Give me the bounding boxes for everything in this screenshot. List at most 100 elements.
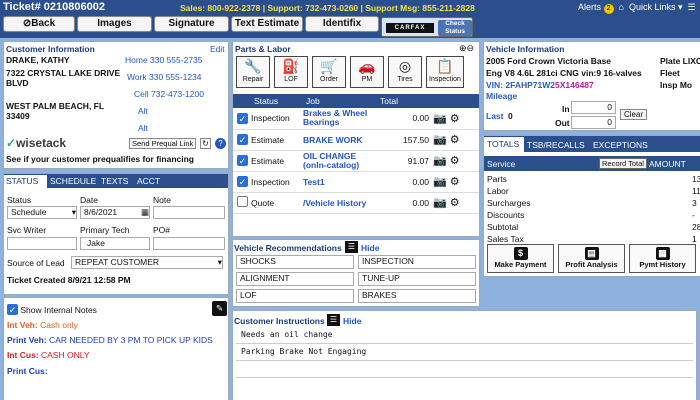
rec-item[interactable]: LOF <box>236 289 354 303</box>
customer-alt1[interactable]: Alt <box>138 106 148 116</box>
camera-icon[interactable]: 📷 <box>433 197 447 209</box>
job-link[interactable]: /Vehicle History <box>303 192 377 214</box>
mileage-out-input[interactable]: 0 <box>571 116 616 129</box>
svc-writer-input[interactable] <box>7 237 77 250</box>
tab-totals[interactable]: TOTALS <box>484 137 524 152</box>
mileage-in-input[interactable]: 0 <box>571 101 616 114</box>
zoom-icons[interactable]: ⊕⊖ <box>459 43 474 54</box>
rec-item[interactable]: ALIGNMENT <box>236 272 354 286</box>
job-link[interactable]: Test1 <box>303 171 377 193</box>
payment-history-button[interactable]: ▦ Pymt History <box>629 244 696 273</box>
tab-exceptions[interactable]: EXCEPTIONS <box>593 140 648 150</box>
check-status-button[interactable]: Check Status <box>438 20 472 36</box>
primary-tech-input[interactable]: Jake <box>80 237 150 250</box>
order-button[interactable]: 🛒 Order <box>312 56 346 88</box>
vehicle-vin[interactable]: VIN: 2FAHP71W25X146487 <box>486 80 594 90</box>
table-row[interactable]: Quote /Vehicle History 0.00 📷 ⚙ <box>233 192 479 214</box>
alerts[interactable]: Alerts 2 ⌂ Quick Links ▾ ☰ <box>578 2 696 14</box>
gear-icon[interactable]: ⚙ <box>450 134 460 146</box>
instruction-line[interactable]: Needs an oil change <box>236 327 693 344</box>
wisetack-check-icon: ✓ <box>6 136 17 150</box>
tab-schedule[interactable]: SCHEDULE <box>50 176 96 186</box>
customer-home-phone[interactable]: Home 330 555-2735 <box>125 55 203 65</box>
show-internal-notes[interactable]: ✓ Show Internal Notes <box>7 304 97 315</box>
inspection-button[interactable]: 📋 Inspection <box>426 56 464 88</box>
profit-analysis-button[interactable]: ▤ Profit Analysis <box>558 244 625 273</box>
list-icon[interactable]: ☰ <box>327 314 340 326</box>
table-row[interactable]: ✓ Estimate OIL CHANGE (onln-catalog) 91.… <box>233 150 479 172</box>
calendar-icon[interactable]: ▦ <box>141 207 149 218</box>
instruction-line[interactable] <box>236 361 693 378</box>
job-checkbox[interactable]: ✓ <box>237 155 248 166</box>
rec-item[interactable]: TUNE-UP <box>358 272 476 286</box>
alerts-label[interactable]: Alerts <box>578 2 601 12</box>
repair-button[interactable]: 🔧 Repair <box>236 56 270 88</box>
show-internal-checkbox[interactable]: ✓ <box>7 304 18 315</box>
record-total-button[interactable]: Record Total <box>599 158 647 169</box>
menu-icon[interactable]: ☰ <box>688 2 696 12</box>
job-checkbox[interactable]: ✓ <box>237 134 248 145</box>
text-estimate-tab[interactable]: Text Estimate <box>231 16 303 32</box>
tires-button[interactable]: ◎ Tires <box>388 56 422 88</box>
note-label: Note <box>153 195 171 205</box>
edit-pencil-icon[interactable]: ✎ <box>212 301 227 316</box>
gear-icon[interactable]: ⚙ <box>450 113 460 125</box>
gear-icon[interactable]: ⚙ <box>450 176 460 188</box>
list-icon[interactable]: ☰ <box>345 241 358 253</box>
help-icon[interactable]: ? <box>215 138 226 149</box>
tab-acct[interactable]: ACCT <box>137 176 160 186</box>
customer-work-phone[interactable]: Work 330 555-1234 <box>127 72 202 82</box>
gear-icon[interactable]: ⚙ <box>450 197 460 209</box>
date-input[interactable]: 8/6/2021 ▦ <box>80 206 150 219</box>
home-icon[interactable]: ⌂ <box>619 2 624 12</box>
customer-edit-link[interactable]: Edit <box>210 44 225 54</box>
lof-button[interactable]: ⛽ LOF <box>274 56 308 88</box>
carfax-button[interactable]: CARFAX Check Status <box>381 17 473 37</box>
int-veh-note: Int Veh: Cash only <box>7 320 78 330</box>
table-row[interactable]: ✓ Inspection Test1 0.00 📷 ⚙ <box>233 171 479 193</box>
customer-alt2[interactable]: Alt <box>138 123 148 133</box>
quick-links[interactable]: Quick Links ▾ <box>629 2 683 12</box>
note-input[interactable] <box>153 206 225 219</box>
instructions-hide-link[interactable]: Hide <box>343 316 361 326</box>
job-link[interactable]: OIL CHANGE (onln-catalog) <box>303 150 377 172</box>
table-row[interactable]: ✓ Estimate BRAKE WORK 157.50 📷 ⚙ <box>233 129 479 151</box>
camera-icon[interactable]: 📷 <box>433 155 447 167</box>
tab-status[interactable]: STATUS <box>4 175 47 188</box>
job-checkbox[interactable] <box>237 196 248 207</box>
alerts-count-badge[interactable]: 2 <box>603 4 614 14</box>
notes-panel: ✓ Show Internal Notes ✎ Int Veh: Cash on… <box>3 297 229 400</box>
tab-texts[interactable]: TEXTS <box>101 176 128 186</box>
make-payment-button[interactable]: $ Make Payment <box>487 244 554 273</box>
zoom-out-icon[interactable]: ⊖ <box>467 43 475 53</box>
job-checkbox[interactable]: ✓ <box>237 176 248 187</box>
camera-icon[interactable]: 📷 <box>433 176 447 188</box>
instruction-line[interactable]: Parking Brake Not Engaging <box>236 344 693 361</box>
customer-cell-phone[interactable]: Cell 732-473-1200 <box>134 89 204 99</box>
camera-icon[interactable]: 📷 <box>433 113 447 125</box>
camera-icon[interactable]: 📷 <box>433 134 447 146</box>
job-link[interactable]: BRAKE WORK <box>303 129 377 151</box>
tab-tsb-recalls[interactable]: TSB/RECALLS <box>527 140 585 150</box>
zoom-in-icon[interactable]: ⊕ <box>459 43 467 53</box>
vehicle-plate: Plate LIXC <box>660 56 700 66</box>
rec-item[interactable]: BRAKES <box>358 289 476 303</box>
identifix-tab[interactable]: Identifix <box>305 16 379 32</box>
rec-item[interactable]: SHOCKS <box>236 255 354 269</box>
pm-button[interactable]: 🚗 PM <box>350 56 384 88</box>
gear-icon[interactable]: ⚙ <box>450 155 460 167</box>
rec-item[interactable]: INSPECTION <box>358 255 476 269</box>
signature-tab[interactable]: Signature <box>154 16 229 32</box>
job-checkbox[interactable]: ✓ <box>237 112 248 124</box>
back-tab[interactable]: ⊘Back <box>3 16 75 32</box>
images-tab[interactable]: Images <box>77 16 152 32</box>
status-select[interactable]: Schedule ▾ <box>7 206 77 219</box>
recs-hide-link[interactable]: Hide <box>361 243 379 253</box>
job-link[interactable]: Brakes & Wheel Bearings <box>303 108 377 130</box>
source-select[interactable]: REPEAT CUSTOMER ▾ <box>71 256 223 269</box>
po-input[interactable] <box>153 237 225 250</box>
send-prequal-button[interactable]: Send Prequal Link <box>129 138 197 149</box>
refresh-icon[interactable]: ↻ <box>200 138 211 149</box>
clear-button[interactable]: Clear <box>620 109 648 120</box>
table-row[interactable]: ✓ Inspection Brakes & Wheel Bearings 0.0… <box>233 108 479 130</box>
